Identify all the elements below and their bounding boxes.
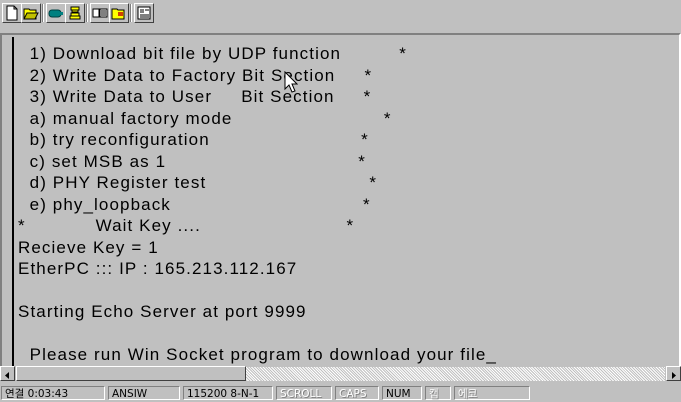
new-icon[interactable]	[2, 3, 22, 23]
scroll-thumb[interactable]	[16, 366, 246, 381]
terminal-line: c) set MSB as 1 *	[18, 151, 367, 171]
terminal-line: EtherPC ::: IP : 165.213.112.167	[18, 259, 298, 278]
send-icon[interactable]	[90, 3, 110, 23]
terminal-line: d) PHY Register test *	[18, 173, 378, 192]
terminal-line: e) phy_loopback *	[18, 194, 371, 214]
terminal-lines: 1) Download bit file by UDP function * 2…	[18, 43, 497, 366]
connect-icon[interactable]	[46, 3, 66, 23]
capture-indicator: 캡	[425, 386, 451, 400]
terminal-screen[interactable]: 1) Download bit file by UDP function * 2…	[12, 37, 667, 367]
open-icon[interactable]	[21, 3, 41, 23]
terminal-line: Recieve Key = 1	[18, 237, 159, 257]
terminal-right-edge	[665, 37, 679, 367]
scroll-left-button[interactable]	[0, 366, 15, 381]
terminal-line: * Wait Key .... *	[18, 216, 355, 235]
toolbar	[0, 0, 681, 33]
port-settings: 115200 8-N-1	[183, 386, 273, 400]
disconnect-icon[interactable]	[65, 3, 85, 23]
terminal-line: Starting Echo Server at port 9999	[18, 302, 307, 321]
terminal-line: 1) Download bit file by UDP function *	[18, 44, 408, 63]
status-bar: 연결 0:03:43 ANSIW 115200 8-N-1 SCROLL CAP…	[0, 384, 681, 402]
echo-indicator: 에코	[454, 386, 530, 400]
arrow-right-icon	[672, 372, 676, 379]
connected-time: 연결 0:03:43	[1, 386, 105, 400]
num-indicator: NUM	[382, 386, 422, 400]
caps-indicator: CAPS	[335, 386, 379, 400]
horizontal-scrollbar[interactable]	[0, 366, 681, 383]
properties-icon[interactable]	[134, 3, 154, 23]
scroll-right-button[interactable]	[666, 366, 681, 381]
receive-icon[interactable]	[109, 3, 129, 23]
terminal-line: Please run Win Socket program to downloa…	[18, 345, 497, 364]
terminal-line: a) manual factory mode *	[18, 108, 392, 128]
terminal-frame: 1) Download bit file by UDP function * 2…	[0, 33, 681, 383]
mouse-pointer-icon	[284, 71, 298, 93]
terminal-line: b) try reconfiguration *	[18, 130, 369, 149]
scroll-indicator: SCROLL	[276, 386, 332, 400]
emulation-mode: ANSIW	[108, 386, 180, 400]
arrow-left-icon	[5, 372, 9, 379]
terminal-line: 3) Write Data to User Bit Section *	[18, 87, 372, 106]
terminal-line: 2) Write Data to Factory Bit Section *	[18, 65, 373, 85]
